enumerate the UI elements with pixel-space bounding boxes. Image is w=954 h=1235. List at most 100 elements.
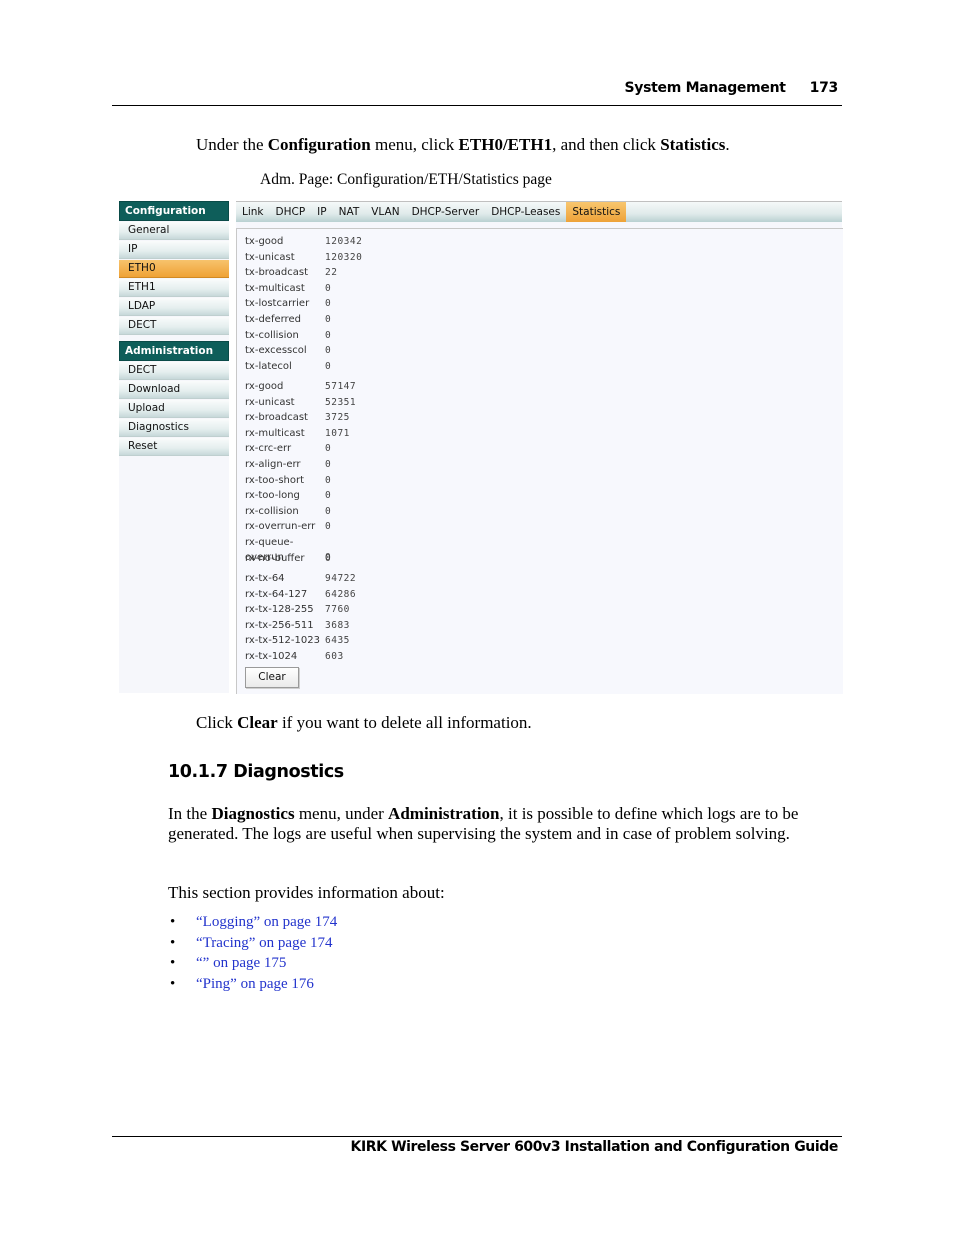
stat-value: 0 [325, 314, 332, 325]
sidebar-item-admin-dect[interactable]: DECT [119, 362, 229, 380]
bullet-icon: • [170, 955, 176, 971]
stat-label: rx-collision [245, 505, 299, 517]
text: Click [196, 713, 238, 732]
stat-row: tx-collision 0 [245, 328, 331, 343]
stat-value: 6435 [325, 635, 350, 647]
text: if you want to delete all information. [277, 713, 532, 732]
tab-dhcp-server[interactable]: DHCP-Server [406, 202, 486, 222]
stat-label: rx-tx-64-127 [245, 588, 308, 600]
tab-dhcp[interactable]: DHCP [270, 202, 312, 222]
stat-row: tx-broadcast 22 [245, 265, 337, 280]
stat-label: tx-broadcast [245, 267, 309, 279]
clear-note: Click Clear if you want to delete all in… [196, 713, 532, 733]
bold-administration: Administration [388, 804, 500, 823]
stat-label: tx-deferred [245, 314, 301, 325]
admin-page-screenshot: Configuration General IP ETH0 ETH1 LDAP … [119, 201, 843, 694]
stat-label: rx-tx-256-511 [245, 619, 314, 631]
stat-row: rx-overrun-err 0 [245, 519, 331, 534]
sidebar-item-dect[interactable]: DECT [119, 317, 229, 335]
sidebar-header-administration: Administration [119, 341, 229, 361]
stat-label: rx-too-long [245, 490, 300, 502]
tab-statistics[interactable]: Statistics [566, 202, 627, 222]
stat-value: 0 [325, 360, 332, 372]
sidebar-item-eth1[interactable]: ETH1 [119, 279, 229, 297]
stat-label: rx-tx-1024 [245, 651, 298, 662]
link-logging[interactable]: “Logging” on page 174 [196, 912, 337, 933]
page-number: 173 [809, 80, 839, 96]
stat-row: tx-multicast 0 [245, 281, 331, 296]
stat-label: tx-good [245, 236, 284, 247]
stat-row: tx-deferred 0 [245, 312, 331, 327]
stat-label: rx-tx-512-1023 [245, 635, 320, 647]
bold-statistics: Statistics [660, 135, 726, 154]
link-tracing[interactable]: “Tracing” on page 174 [196, 933, 333, 954]
link-ping[interactable]: “Ping” on page 176 [196, 974, 314, 995]
sidebar-item-diagnostics[interactable]: Diagnostics [119, 419, 229, 437]
tab-nat[interactable]: NAT [333, 202, 366, 222]
section-paragraph: In the Diagnostics menu, under Administr… [168, 804, 848, 844]
stat-row: rx-too-long 0 [245, 488, 331, 503]
tab-dhcp-leases[interactable]: DHCP-Leases [485, 202, 566, 222]
stat-label: rx-good [245, 381, 284, 392]
stat-value: 0 [325, 443, 332, 455]
stat-value: 94722 [325, 573, 357, 584]
sidebar-item-eth0[interactable]: ETH0 [119, 260, 229, 278]
sidebar-item-upload[interactable]: Upload [119, 400, 229, 418]
stat-row: rx-tx-1024 603 [245, 649, 344, 664]
text: In the [168, 804, 212, 823]
bullet-icon: • [170, 914, 176, 930]
text: , and then click [552, 135, 661, 154]
intro-paragraph: Under the Configuration menu, click ETH0… [196, 135, 730, 155]
sidebar-item-reset[interactable]: Reset [119, 438, 229, 456]
running-header: System Management 173 [624, 80, 839, 96]
tab-vlan[interactable]: VLAN [365, 202, 405, 222]
stat-value: 0 [325, 474, 332, 486]
stat-row: rx-tx-512-1023 6435 [245, 633, 350, 648]
sidebar-item-ip[interactable]: IP [119, 241, 229, 259]
stat-label: tx-excesscol [245, 345, 307, 357]
stat-value: 0 [325, 459, 332, 470]
clear-button[interactable]: Clear [245, 667, 299, 688]
stat-row: rx-collision 0 [245, 504, 331, 519]
figure-caption: Adm. Page: Configuration/ETH/Statistics … [260, 171, 552, 188]
stat-row: tx-lostcarrier 0 [245, 296, 331, 311]
stat-row: rx-too-short 0 [245, 473, 331, 488]
stat-value: 64286 [325, 588, 357, 600]
tab-ip[interactable]: IP [311, 202, 332, 222]
stat-row: rx-tx-64-127 64286 [245, 587, 356, 602]
stat-value: 0 [325, 329, 332, 341]
stat-row: tx-unicast 120320 [245, 250, 362, 265]
stat-label: rx-too-short [245, 474, 305, 486]
bullet-icon: • [170, 975, 176, 992]
stat-label: rx-align-err [245, 459, 301, 470]
stat-row: rx-queue-overrun 0 [245, 535, 331, 563]
stat-label: rx-unicast [245, 396, 295, 408]
sidebar-item-ldap[interactable]: LDAP [119, 298, 229, 316]
stat-label: rx-no-buffer [245, 552, 305, 564]
stat-row: rx-multicast 1071 [245, 426, 350, 441]
stat-row: tx-good 120342 [245, 234, 362, 249]
stat-label: rx-overrun-err [245, 521, 316, 533]
stat-value: 0 [325, 505, 332, 517]
stat-value: 120342 [325, 236, 363, 247]
tab-bar: Link DHCP IP NAT VLAN DHCP-Server DHCP-L… [236, 201, 842, 222]
stat-row: rx-good 57147 [245, 379, 356, 394]
link-empty[interactable]: “” on page 175 [196, 953, 286, 974]
section-heading: 10.1.7 Diagnostics [168, 762, 344, 782]
text: menu, under [294, 804, 389, 823]
stat-value: 1071 [325, 427, 350, 439]
section-intro-list: This section provides information about: [168, 883, 445, 902]
sidebar-item-general[interactable]: General [119, 222, 229, 240]
stat-row: rx-tx-256-511 3683 [245, 618, 350, 633]
header-section-title: System Management [624, 80, 786, 96]
stat-row: rx-crc-err 0 [245, 441, 331, 456]
statistics-panel: Clear tx-good 120342 tx-unicast 120320 tx-br… [236, 228, 843, 694]
bold-eth: ETH0/ETH1 [458, 135, 553, 154]
stat-value: 57147 [325, 381, 357, 392]
sidebar-item-download[interactable]: Download [119, 381, 229, 399]
sidebar-header-configuration: Configuration [119, 201, 229, 221]
stat-value: 603 [325, 651, 344, 662]
tab-link[interactable]: Link [236, 202, 270, 222]
stat-value: 52351 [325, 396, 357, 408]
text: . [725, 135, 730, 154]
